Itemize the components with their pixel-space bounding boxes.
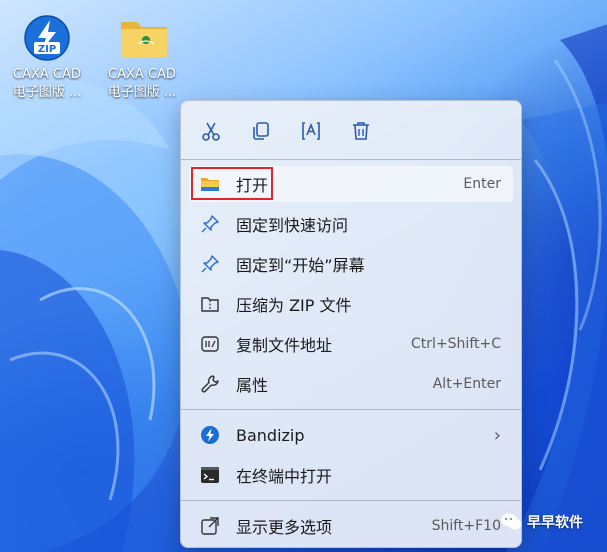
menu-separator <box>181 500 521 501</box>
copy-path-icon <box>199 333 221 355</box>
menu-item-pin-quick-access[interactable]: 固定到快速访问 <box>189 206 513 242</box>
rename-icon <box>302 122 320 140</box>
submenu-arrow-icon: › <box>493 424 501 446</box>
menu-item-label: 显示更多选项 <box>236 518 333 537</box>
watermark-text: 早早软件 <box>527 515 583 531</box>
quick-action-bar <box>181 101 521 159</box>
desktop-icon-label: 电子图版 ... <box>12 85 82 100</box>
menu-item-open-terminal[interactable]: 在终端中打开 <box>189 457 513 493</box>
folder-icon <box>118 14 167 62</box>
pin-icon <box>199 253 221 275</box>
zip-badge: ZIP <box>38 44 56 55</box>
zip-folder-icon <box>199 293 221 315</box>
menu-item-label: Bandizip <box>236 425 305 445</box>
watermark: 早早软件 <box>500 512 583 532</box>
wrench-icon <box>199 373 221 395</box>
desktop-icon-label: 电子图版 ... <box>107 85 177 100</box>
desktop-icon-folder[interactable]: CAXA CAD 电子图版 ... <box>99 14 185 102</box>
menu-item-label: 固定到快速访问 <box>236 216 349 235</box>
desktop-icon-label: CAXA CAD <box>108 67 176 82</box>
cut-button[interactable] <box>197 117 225 145</box>
desktop-icon-label: CAXA CAD <box>13 67 81 82</box>
highlight-box <box>191 167 273 200</box>
menu-item-label: 复制文件地址 <box>236 336 333 355</box>
desktop-icon-zip[interactable]: ZIP CAXA CAD 电子图版 ... <box>4 14 90 102</box>
menu-item-shortcut: Enter <box>463 176 501 192</box>
zip-archive-icon: ZIP <box>23 14 71 62</box>
menu-separator <box>181 409 521 410</box>
menu-item-properties[interactable]: 属性 Alt+Enter <box>189 366 513 402</box>
trash-icon <box>353 122 369 140</box>
scissors-icon <box>202 122 220 141</box>
delete-button[interactable] <box>347 117 375 145</box>
menu-item-compress-zip[interactable]: 压缩为 ZIP 文件 <box>189 286 513 322</box>
menu-item-label: 在终端中打开 <box>236 467 333 486</box>
menu-item-show-more-options[interactable]: 显示更多选项 Shift+F10 <box>189 508 513 544</box>
menu-item-copy-path[interactable]: 复制文件地址 Ctrl+Shift+C <box>189 326 513 362</box>
rename-button[interactable] <box>297 117 325 145</box>
context-menu: 打开 Enter 固定到快速访问 固定到“开始”屏幕 压缩为 ZIP 文件 复制… <box>180 100 522 548</box>
menu-item-shortcut: Alt+Enter <box>432 376 501 392</box>
menu-item-shortcut: Ctrl+Shift+C <box>411 336 501 352</box>
external-icon <box>199 515 221 537</box>
menu-item-shortcut: Shift+F10 <box>431 518 501 534</box>
wechat-icon <box>501 513 522 530</box>
menu-item-pin-start[interactable]: 固定到“开始”屏幕 <box>189 246 513 282</box>
copy-button[interactable] <box>247 117 275 145</box>
menu-item-label: 固定到“开始”屏幕 <box>236 256 365 275</box>
menu-item-label: 属性 <box>236 376 269 395</box>
menu-separator <box>181 159 521 160</box>
copy-icon <box>253 122 269 140</box>
menu-item-label: 压缩为 ZIP 文件 <box>236 296 352 315</box>
bandizip-icon <box>199 424 221 446</box>
pin-icon <box>199 213 221 235</box>
terminal-icon <box>199 464 221 486</box>
menu-item-bandizip[interactable]: Bandizip › <box>189 417 513 453</box>
